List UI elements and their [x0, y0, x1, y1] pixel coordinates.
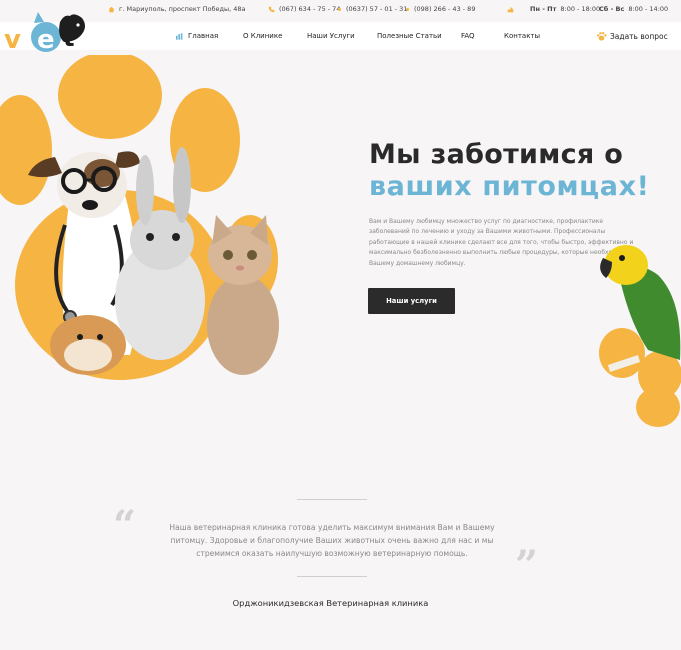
- phone-2[interactable]: (0637) 57 - 01 - 31: [346, 5, 407, 13]
- paw-icon: [596, 31, 607, 41]
- hero-title-line-2: ваших питомцах!: [369, 171, 650, 202]
- weekend-label: Сб - Вс: [599, 5, 625, 13]
- hours-weekdays: Пн - Пт 8:00 - 18:00: [507, 5, 600, 13]
- paw-toe: [599, 328, 645, 378]
- svg-text:v: v: [4, 25, 21, 55]
- divider-bottom: [297, 576, 367, 577]
- main-navbar: Главная О Клинике Наши Услуги Полезные С…: [0, 22, 681, 50]
- nav-item-faq[interactable]: FAQ: [461, 32, 475, 40]
- weekend-time: 8:00 - 14:00: [628, 5, 669, 13]
- divider-top: [297, 499, 367, 500]
- phone-3-text[interactable]: (098) 266 - 43 - 89: [414, 5, 475, 13]
- address-text: г. Мариуполь, проспект Победы, 48а: [119, 5, 246, 13]
- clock-icon: [507, 6, 514, 12]
- phone-2-text[interactable]: (0637) 57 - 01 - 31: [346, 5, 407, 13]
- quote-author: Орджоникидзевская Ветеринарная клиника: [232, 598, 429, 608]
- site-logo[interactable]: v e t: [2, 8, 94, 56]
- svg-text:e: e: [37, 25, 55, 55]
- hamster-image: [50, 315, 126, 375]
- home-icon: [108, 6, 115, 12]
- phone-1-text[interactable]: (067) 634 - 75 - 74: [279, 5, 340, 13]
- address: г. Мариуполь, проспект Победы, 48а: [108, 5, 246, 13]
- pets-illustration: [0, 55, 279, 380]
- top-info-bar: г. Мариуполь, проспект Победы, 48а (067)…: [0, 0, 681, 22]
- our-services-button[interactable]: Наши услуги: [368, 288, 455, 314]
- ask-question-label[interactable]: Задать вопрос: [610, 32, 668, 41]
- separator-dot: [338, 8, 341, 11]
- hours-weekend: Сб - Вс 8:00 - 14:00: [599, 5, 668, 13]
- nav-item-about[interactable]: О Клинике: [243, 32, 282, 40]
- svg-text:t: t: [63, 24, 74, 52]
- nav-item-label[interactable]: Главная: [188, 32, 218, 40]
- phone-1[interactable]: (067) 634 - 75 - 74: [268, 5, 340, 13]
- quote-open-icon: “: [113, 502, 137, 549]
- paw-toe: [58, 55, 162, 139]
- phone-3[interactable]: (098) 266 - 43 - 89: [414, 5, 475, 13]
- paw-toe: [636, 387, 680, 427]
- parrot-illustration: [599, 245, 681, 427]
- ask-question-link[interactable]: Задать вопрос: [596, 31, 668, 42]
- quote-text: Наша ветеринарная клиника готова уделить…: [169, 523, 495, 558]
- phone-icon: [268, 6, 275, 12]
- hero-title-line-1: Мы заботимся о: [369, 139, 624, 170]
- quote-close-icon: ”: [515, 542, 539, 589]
- nav-item-services[interactable]: Наши Услуги: [307, 32, 355, 40]
- paw-toe: [0, 95, 52, 205]
- nav-item-articles[interactable]: Полезные Статьи: [377, 32, 442, 40]
- separator-dot: [406, 8, 409, 11]
- nav-item-contacts[interactable]: Контакты: [504, 32, 540, 40]
- home-icon: [176, 32, 183, 40]
- weekdays-time: 8:00 - 18:00: [560, 5, 601, 13]
- weekdays-label: Пн - Пт: [530, 5, 557, 13]
- nav-item-home[interactable]: Главная: [176, 32, 218, 40]
